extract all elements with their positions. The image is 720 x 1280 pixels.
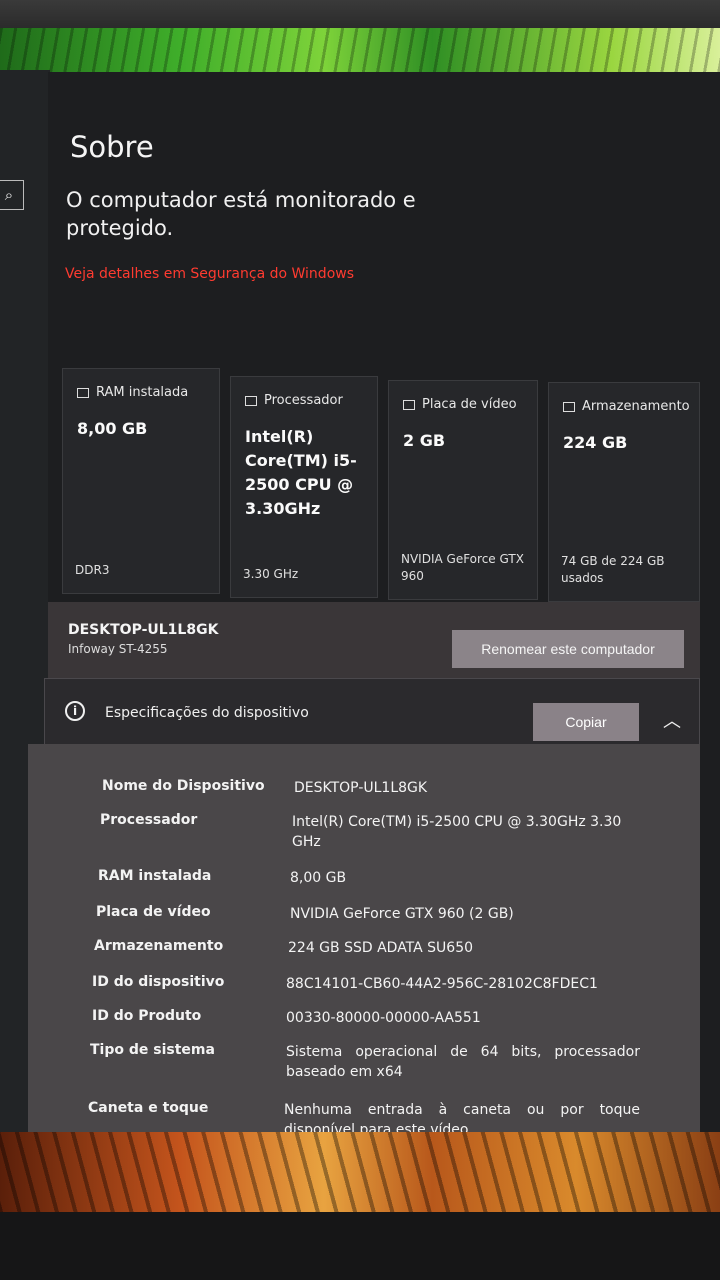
card-value: 2 GB	[403, 431, 446, 450]
card-gpu: Placa de vídeo 2 GB NVIDIA GeForce GTX 9…	[388, 380, 538, 600]
card-value: Intel(R) Core(TM) i5-2500 CPU @ 3.30GHz	[245, 427, 357, 518]
spec-label: RAM instalada	[98, 868, 212, 884]
processor-icon	[245, 395, 257, 406]
card-processor: Processador Intel(R) Core(TM) i5-2500 CP…	[230, 376, 378, 598]
spec-value: 00330-80000-00000-AA551	[286, 1010, 481, 1026]
device-specs-body: Nome do Dispositivo DESKTOP-UL1L8GK Proc…	[28, 744, 700, 1140]
spec-label: Nome do Dispositivo	[102, 778, 265, 794]
monitor-bezel-bottom	[0, 1212, 720, 1280]
card-ram: RAM instalada 8,00 GB DDR3	[62, 368, 220, 594]
card-foot: NVIDIA GeForce GTX 960	[401, 552, 524, 583]
chevron-up-icon[interactable]: ︿	[661, 709, 683, 732]
card-foot: DDR3	[75, 563, 110, 577]
spec-value: 8,00 GB	[290, 870, 347, 886]
info-icon: i	[65, 701, 85, 721]
spec-label: Armazenamento	[94, 938, 224, 954]
card-label: Placa de vídeo	[422, 397, 517, 412]
copy-button[interactable]: Copiar	[533, 703, 639, 741]
rename-computer-button[interactable]: Renomear este computador	[452, 630, 684, 668]
wallpaper-bottom	[0, 1132, 720, 1216]
spec-value: DESKTOP-UL1L8GK	[294, 780, 428, 796]
spec-value: 88C14101-CB60-44A2-956C-28102C8FDEC1	[286, 976, 598, 992]
storage-icon	[563, 401, 575, 412]
gpu-icon	[403, 399, 415, 410]
spec-value: 224 GB SSD ADATA SU650	[288, 940, 474, 956]
spec-label: Placa de vídeo	[96, 904, 211, 920]
spec-label: ID do dispositivo	[92, 974, 225, 990]
computer-name-bar: DESKTOP-UL1L8GK Infoway ST-4255 Renomear…	[48, 602, 700, 686]
card-label: Armazenamento	[582, 399, 690, 414]
monitor-bezel-top	[0, 0, 720, 30]
spec-value: Sistema operacional de 64 bits, processa…	[286, 1044, 640, 1080]
ram-icon	[77, 387, 89, 398]
spec-value: Intel(R) Core(TM) i5-2500 CPU @ 3.30GHz …	[292, 814, 622, 850]
page-title: Sobre	[70, 130, 154, 164]
search-icon[interactable]: ⌕	[0, 180, 24, 210]
card-storage: Armazenamento 224 GB 74 GB de 224 GB usa…	[548, 382, 700, 602]
spec-label: Tipo de sistema	[90, 1042, 215, 1058]
computer-model: Infoway ST-4255	[68, 642, 168, 656]
spec-label: Caneta e toque	[88, 1100, 209, 1116]
card-value: 224 GB	[563, 433, 628, 452]
card-foot: 74 GB de 224 GB usados	[561, 554, 665, 585]
spec-value: NVIDIA GeForce GTX 960 (2 GB)	[290, 906, 514, 922]
device-specs-header[interactable]: i Especificações do dispositivo Copiar ︿	[44, 678, 700, 746]
computer-name: DESKTOP-UL1L8GK	[68, 622, 219, 638]
card-foot: 3.30 GHz	[243, 567, 299, 581]
spec-label: Processador	[100, 812, 198, 828]
spec-label: ID do Produto	[92, 1008, 202, 1024]
card-label: Processador	[264, 393, 343, 408]
security-link[interactable]: Veja detalhes em Segurança do Windows	[65, 266, 354, 282]
device-specs-title: Especificações do dispositivo	[105, 705, 309, 721]
protection-status: O computador está monitorado e protegido…	[66, 188, 416, 240]
card-value: 8,00 GB	[77, 419, 148, 438]
card-label: RAM instalada	[96, 385, 189, 400]
